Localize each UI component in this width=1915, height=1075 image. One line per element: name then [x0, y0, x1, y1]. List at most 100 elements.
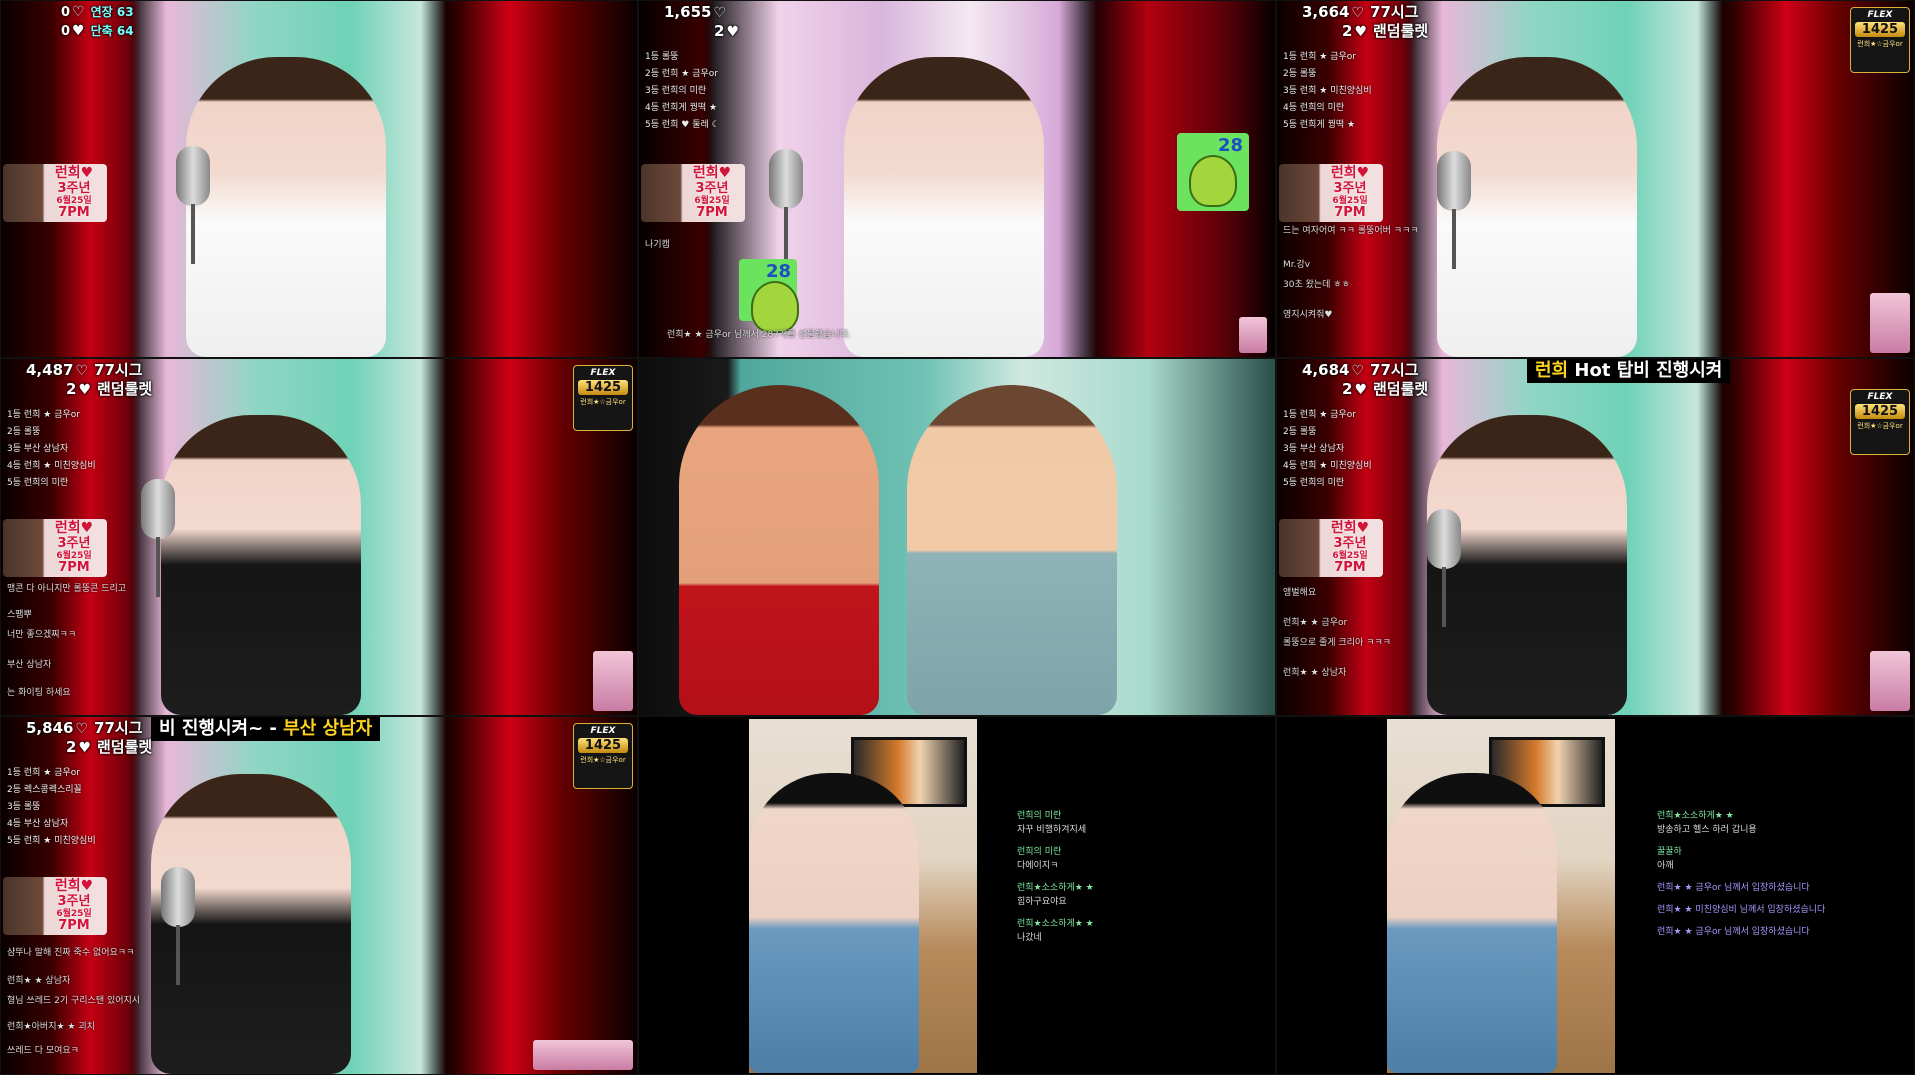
stream-tile-1[interactable]: 런희♥ 3주년 6월25일 7PM 0 ♡ 연장 63 0 ♥ 단축 64: [0, 0, 638, 358]
microphone: [1437, 151, 1471, 269]
rank-item: 4등 런희게 꿩떡 ★: [645, 103, 718, 113]
heart-count: 4,684: [1302, 361, 1350, 379]
poster-line: 런희♥: [54, 520, 94, 536]
banner-text: 탑비 진행시켜: [1616, 360, 1723, 381]
sticker-number: 28: [1217, 135, 1243, 156]
poster-line: 런희♥: [54, 165, 94, 181]
rank-item: 2등 롤뚱: [7, 427, 41, 437]
flex-sub: 런희★☆금우or: [580, 398, 626, 406]
gift-sticker: 28: [1177, 133, 1249, 211]
rank-item: 3등 런희의 미란: [645, 86, 707, 96]
streamer-figure: [1427, 415, 1627, 715]
chat-line: 힘하구요야요: [1017, 897, 1067, 907]
heart-count: 0: [61, 24, 71, 39]
event-banner: 런희 Hot 탑비 진행시켜: [1527, 359, 1731, 383]
chat-panel: 런희★소소하게★ ★ 방송하고 헬스 하러 갑니용 꿀꿀하 아깨 런희★ ★ 금…: [1657, 809, 1825, 939]
vertical-video: [1387, 719, 1615, 1073]
stream-tile-7[interactable]: 런희♥ 3주년 6월25일 7PM 비 진행시켜~ - 부산 상남자 5,846…: [0, 716, 638, 1075]
sig-label: 77시그: [94, 719, 143, 737]
chat-line: 런희★소소하게★ ★: [1657, 811, 1734, 821]
chat-line: 스팸뿌: [7, 610, 32, 620]
streamer-figure: [1437, 57, 1637, 357]
rank-item: 2등 롤뚱: [1283, 427, 1317, 437]
ranking-list: 1등 롤뚱 2등 런희 ★ 금우or 3등 런희의 미란 4등 런희게 꿩떡 ★…: [645, 49, 720, 134]
stream-tile-4[interactable]: 런희♥ 3주년 6월25일 7PM 4,487 ♡ 77시그 2 ♥ 랜덤룰렛 1등 런…: [0, 358, 638, 716]
heart-icon: ♡: [1351, 363, 1365, 379]
score-hud: 0 ♡ 연장 63 0 ♥ 단축 64: [61, 3, 134, 41]
roulette-label: 랜덤룰렛: [1373, 22, 1429, 40]
poster-line: 3주년: [57, 894, 91, 909]
heart-icon: ♥: [72, 23, 85, 39]
heart-count: 5,846: [26, 719, 74, 737]
chat-line: 런희의 미란: [1017, 847, 1062, 857]
microphone: [176, 146, 210, 264]
rank-item: 2등 렉스콩렉스리꼴: [7, 785, 82, 795]
banner-text: 런희: [1535, 360, 1569, 381]
score-hud: 4,487 ♡ 77시그 2 ♥ 랜덤룰렛: [26, 361, 152, 399]
cartoon-figure-right: [907, 385, 1117, 715]
heart-icon: ♡: [72, 4, 85, 20]
stream-tile-6[interactable]: 런희♥ 3주년 6월25일 7PM 런희 Hot 탑비 진행시켜 4,684 ♡ 7…: [1276, 358, 1915, 716]
flex-brand: FLEX: [590, 726, 616, 736]
sig-label: 77시그: [1370, 361, 1419, 379]
ranking-list: 1등 런희 ★ 금우or 2등 롤뚱 3등 런희 ★ 미친양심비 4등 런희의 …: [1283, 49, 1372, 134]
streamer-figure: [161, 415, 361, 715]
poster-line: 3주년: [57, 181, 91, 196]
rank-item: 1등 런희 ★ 금우or: [7, 768, 80, 778]
banner-text: 부산 상남자: [283, 718, 373, 739]
poster-line: 7PM: [58, 918, 90, 933]
flex-brand: FLEX: [1867, 10, 1893, 20]
heart-count: 2: [66, 380, 77, 398]
vertical-video: [749, 719, 977, 1073]
rank-item: 5등 런희게 꿩떡 ★: [1283, 120, 1356, 130]
heart-count: 2: [714, 22, 725, 40]
streamer-figure: [749, 773, 919, 1073]
chat-line: 런희★ ★ 상남자: [1283, 668, 1347, 678]
streamer-figure: [844, 57, 1044, 357]
roulette-label: 랜덤룰렛: [97, 738, 153, 756]
stream-tile-9[interactable]: 런희★소소하게★ ★ 방송하고 헬스 하러 갑니용 꿀꿀하 아깨 런희★ ★ 금…: [1276, 716, 1915, 1075]
stream-tile-5[interactable]: [638, 358, 1276, 716]
flex-brand: FLEX: [590, 368, 616, 378]
cartoon-figure-left: [679, 385, 879, 715]
poster-line: 7PM: [58, 560, 90, 575]
chat-line: 런희★소소하게★ ★: [1017, 919, 1094, 929]
rank-item: 2등 롤뚱: [1283, 69, 1317, 79]
rank-item: 5등 런희의 미란: [7, 478, 69, 488]
stream-tile-2[interactable]: 런희♥ 3주년 6월25일 7PM 1,655 ♡ 2 ♥ 1등 롤뚱 2등 런희 …: [638, 0, 1276, 358]
roulette-label: 랜덤룰렛: [97, 380, 153, 398]
poster-line: 7PM: [1334, 205, 1366, 220]
heart-count: 1,655: [664, 3, 712, 21]
stream-tile-8[interactable]: 런희의 미란 자꾸 비행하겨지세 런희의 미란 다에이지ㅋ 런희★소소하게★ ★…: [638, 716, 1276, 1075]
multi-view-grid: 런희♥ 3주년 6월25일 7PM 0 ♡ 연장 63 0 ♥ 단축 64 런희♥ 3주…: [0, 0, 1915, 1075]
stream-tile-3[interactable]: 런희♥ 3주년 6월25일 7PM 3,664 ♡ 77시그 2 ♥ 랜덤룰렛 1등 런…: [1276, 0, 1915, 358]
rank-item: 5등 런희 ★ 미친양심비: [7, 836, 96, 846]
score-hud: 5,846 ♡ 77시그 2 ♥ 랜덤룰렛: [26, 719, 152, 757]
chat-line: 꿀꿀하: [1657, 847, 1682, 857]
extend-label: 연장 63: [90, 5, 134, 19]
thumbnail: [593, 651, 633, 711]
sticker-number: 28: [765, 261, 791, 282]
shorten-label: 단축 64: [90, 24, 134, 38]
chat-line: 는 화이팅 하세요: [7, 688, 71, 698]
poster-line: 런희♥: [54, 878, 94, 894]
chat-line: Mr.강v: [1283, 260, 1311, 270]
chat-line: 런희★ ★ 미친양심비 님께서 입장하셨습니다: [1657, 905, 1826, 915]
heart-count: 4,487: [26, 361, 74, 379]
rank-item: 4등 런희 ★ 미친양심비: [7, 461, 96, 471]
chat-line: 방송하고 헬스 하러 갑니용: [1657, 825, 1757, 835]
thumbnail: [1239, 317, 1267, 353]
banner-text: 비 진행시켜~ -: [159, 718, 277, 739]
poster-line: 3주년: [57, 536, 91, 551]
heart-icon: ♡: [713, 5, 727, 21]
rank-item: 2등 런희 ★ 금우or: [645, 69, 718, 79]
rank-item: 3등 런희 ★ 미친양심비: [1283, 86, 1372, 96]
chat-line: 아깨: [1657, 861, 1674, 871]
thumbnail: [533, 1040, 633, 1070]
chat-line: 앵벌해요: [1283, 588, 1317, 598]
streamer-figure: [1387, 773, 1557, 1073]
anniversary-poster: 런희♥ 3주년 6월25일 7PM: [1279, 519, 1383, 577]
heart-icon: ♡: [1351, 5, 1365, 21]
flex-sub: 런희★☆금우or: [1857, 422, 1903, 430]
chat-line: 30초 왔는데 ㅎㅎ: [1283, 280, 1350, 290]
